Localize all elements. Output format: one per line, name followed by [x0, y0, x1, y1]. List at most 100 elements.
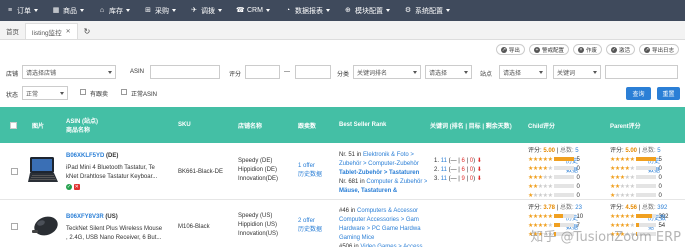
nav-item-2[interactable]: ⌂ 库存 [95, 0, 133, 21]
follow-offer-link[interactable]: 1 offer [298, 162, 322, 171]
action-button-2[interactable]: × 作废 [572, 44, 602, 55]
status-select[interactable]: 正常 [22, 86, 68, 100]
refresh-icon[interactable]: ↻ [78, 23, 97, 39]
bsr-line: Hardware > PC Game Hardwa [339, 225, 427, 234]
nav-label: 数据报表 [294, 7, 323, 15]
bsr-category-link[interactable]: Computer & Zubehör > [366, 179, 427, 185]
row-status-icons: ✓ ✕ [66, 183, 80, 192]
chevron-down-icon [218, 9, 222, 12]
rating-level: ★★★★★ 0 [528, 174, 580, 183]
star-rating: ★★★★★ [610, 157, 635, 163]
star-rating: ★★★★★ [610, 175, 635, 181]
keyword-rank[interactable]: 11 [441, 158, 447, 164]
col-sku-label: SKU [178, 122, 191, 128]
rating-score: 4.56 [625, 205, 638, 211]
col-shop: 店铺名称 [238, 107, 262, 143]
close-icon[interactable]: ✕ [66, 28, 71, 35]
bsr-category-link[interactable]: Elektronik & Foto > [363, 152, 414, 158]
nav-item-3[interactable]: ⊞ 采购 [141, 0, 179, 21]
col-keyword: 关键词 (排名 | 目标 | 剩余天数) [430, 107, 512, 143]
table-row[interactable]: B06XKLF5YD (DE) iPad Mini 4 Bluetooth Ta… [0, 143, 685, 200]
keyword-select-value: 关键词 [557, 70, 576, 77]
product-title[interactable]: iPad Mini 4 Bluetooth Tastatur, Te kNet … [66, 164, 157, 182]
rating-score-label: 评分: [528, 205, 542, 211]
bsr-category-link[interactable]: Mäuse, Tastaturen & [339, 188, 397, 194]
has-follow-checkbox[interactable] [80, 89, 86, 95]
thumbs-down-icon[interactable]: ✕ [73, 184, 80, 190]
asin-link[interactable]: B06XFY8V3R [66, 214, 104, 220]
alert-config-icon: + [533, 46, 540, 53]
keyword-select[interactable]: 关键词 [553, 65, 601, 79]
star-icon: ★ [547, 166, 553, 172]
chevron-down-icon [385, 9, 390, 12]
star-rating: ★★★★★ [610, 193, 635, 199]
follow-cell: 1 offer 历史数据 [298, 162, 322, 180]
category-sub-select[interactable]: 请选择 [425, 65, 472, 79]
product-title[interactable]: TeckNet Silent Plus Wireless Mouse , 2.4… [66, 225, 162, 243]
site-select[interactable]: 请选择 [499, 65, 547, 79]
col-shop-label: 店铺名称 [238, 123, 263, 130]
nav-item-8[interactable]: ⚙ 系统配置 [401, 0, 453, 21]
category-select[interactable]: 关键词排名 [353, 65, 421, 79]
asin-link[interactable]: B06XKLF5YD [66, 153, 104, 159]
action-button-0[interactable]: ↗ 导出 [495, 44, 525, 55]
bsr-category-link[interactable]: Hardware > PC Game Hardwa [339, 226, 421, 232]
bsr-category-link[interactable]: Gaming Mice [339, 235, 374, 241]
keyword-line: 1. 11 (— | 6 | 0) ⬇ [434, 158, 482, 164]
keyword-rank[interactable]: 11 [441, 167, 447, 173]
nav-item-5[interactable]: ☎ CRM [233, 0, 273, 21]
rating-bar [554, 175, 575, 180]
action-toolbar: ↗ 导出 + 警戒配置 × 作废 ✓ 激活 ↗ 导出日志 [495, 44, 679, 55]
rating-min-input[interactable] [245, 65, 280, 79]
shop-name: Innovation(US) [238, 231, 279, 237]
action-button-4[interactable]: ↗ 导出日志 [638, 44, 679, 55]
category-sub-value: 请选择 [429, 70, 448, 77]
tab-listing-monitor[interactable]: listing监控 ✕ [25, 23, 78, 39]
product-image[interactable] [28, 155, 60, 185]
site-select-value: 请选择 [503, 70, 522, 77]
query-button[interactable]: 查询 [626, 87, 651, 100]
row-checkbox[interactable] [11, 168, 18, 175]
bsr-category-link[interactable]: Computers & Accessor [357, 208, 418, 214]
nav-item-4[interactable]: ✈ 调拨 [187, 0, 225, 21]
select-all-checkbox[interactable] [10, 122, 17, 129]
rating-total: 23 [575, 205, 582, 211]
bsr-category-link[interactable]: Tablet-Zubehör > Tastaturen [339, 170, 419, 176]
rating-summary: 评分: 3.78 | 总数: 23 [528, 205, 582, 211]
asin-input[interactable] [150, 65, 220, 79]
nav-item-7[interactable]: ⊕ 模块配置 [341, 0, 393, 21]
shop-select[interactable]: 请选择店铺 [22, 65, 116, 79]
star-rating: ★★★★★ [610, 166, 635, 172]
chevron-down-icon [34, 9, 38, 12]
nav-item-0[interactable]: ≡ 订单 [3, 0, 41, 21]
arrow-down-icon: ⬇ [476, 167, 482, 173]
follow-offer-link[interactable]: 2 offer [298, 217, 322, 226]
action-button-3[interactable]: ✓ 激活 [605, 44, 635, 55]
keyword-input[interactable] [605, 65, 678, 79]
rating-max-input[interactable] [295, 65, 331, 79]
nav-label: 系统配置 [414, 7, 443, 15]
rating-total-label: 总数: [641, 148, 656, 154]
bsr-category-link[interactable]: Zubehör > Computer-Zubehör [339, 161, 419, 167]
keyword-rank[interactable]: 11 [441, 176, 447, 182]
follow-history-link[interactable]: 历史数据 [298, 226, 322, 235]
nav-item-1[interactable]: ▦ 商品 [49, 0, 87, 21]
normal-asin-checkbox[interactable] [121, 89, 127, 95]
nav-item-6[interactable]: ◔ 数据报表 [281, 0, 333, 21]
action-button-1[interactable]: + 警戒配置 [528, 44, 569, 55]
row-checkbox[interactable] [11, 223, 18, 230]
action-label: 导出 [508, 47, 520, 54]
nav-icon: ⊕ [345, 6, 351, 14]
reset-button[interactable]: 重置 [657, 87, 680, 100]
star-icon: ★ [547, 214, 553, 220]
tab-home[interactable]: 首页 [0, 23, 25, 39]
shop-cell: Speedy (US) Hippidion (US) Innovation(US… [238, 212, 278, 239]
shop-label: 店铺 [6, 72, 19, 78]
rating-total: 5 [575, 148, 579, 154]
bsr-category-link[interactable]: Computer Accessories > Gam [339, 217, 419, 223]
product-image[interactable] [30, 210, 60, 240]
star-rating: ★★★★★ [610, 214, 635, 220]
rating-bar [554, 184, 575, 189]
follow-history-link[interactable]: 历史数据 [298, 171, 322, 180]
shop-name: Innovation(DE) [238, 176, 279, 182]
